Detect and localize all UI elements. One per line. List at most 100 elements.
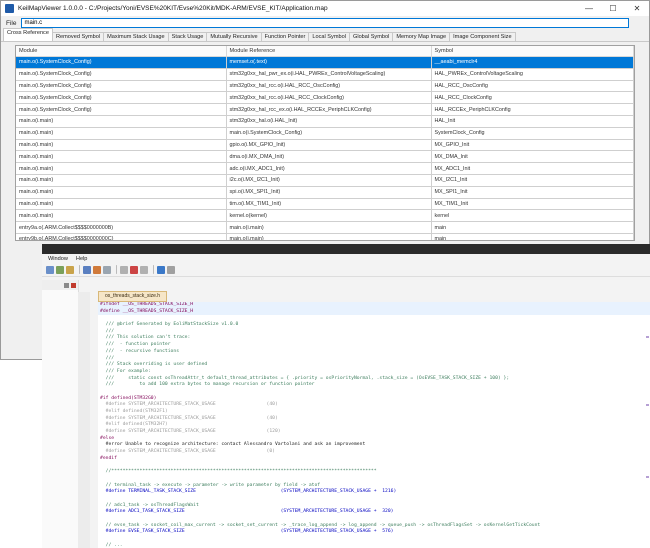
code-line: /// to add 100 extra bytes to manage rec… [100,382,315,388]
cell-module-reference: memset.o(.text) [226,56,432,69]
tab-maximum-stack-usage[interactable]: Maximum Stack Usage [103,32,169,41]
code-line: #define ADC1_TASK_STACK_SIZE (SYSTEM_ARC… [100,509,394,515]
column-header-module-reference[interactable]: Module Reference [226,46,432,57]
toolbar-separator [153,265,154,274]
overview-marker [646,404,649,406]
cross-reference-grid[interactable]: Module Module Reference Symbol main.o(i.… [15,45,635,241]
tab-removed-symbol[interactable]: Removed Symbol [51,32,105,41]
code-editor[interactable]: #ifndef __OS_THREADS_STACK_SIZE_H #define… [98,302,650,548]
table-row[interactable]: main.o(i.main) spi.o(i.MX_SPI1_Init) MX_SP… [16,186,634,199]
menu-help[interactable]: Help [76,256,88,262]
table-row[interactable]: main.o(i.main) tim.o(i.MX_TIM1_Init) MX_TI… [16,198,634,211]
ide-title-strip [42,244,650,254]
code-line: /// @brief Generated by EoliMatStackSize… [100,322,239,328]
table-row[interactable]: main.o(i.SystemClock_Config) memset.o(.te… [16,56,634,69]
tools-icon[interactable] [167,265,175,274]
tab-cross-reference[interactable]: Cross Reference [3,28,53,41]
menu-file[interactable]: File [1,20,21,27]
cell-symbol: main [431,233,634,240]
filter-input[interactable] [21,18,630,28]
code-line: #define SYSTEM_ARCHITECTURE_STACK_USAGE … [100,402,278,408]
cell-symbol: MX_TIM1_Init [431,198,634,211]
cell-module: main.o(i.SystemClock_Config) [16,91,227,105]
menu-window[interactable]: Window [48,256,68,262]
settings-icon[interactable] [103,265,111,274]
code-line: /// This solution can't trace: [100,335,191,341]
cell-module: main.o(i.main) [16,115,227,128]
table-row[interactable]: main.o(i.SystemClock_Config) stm32g0xx_ha… [16,80,634,93]
table-row[interactable]: entry9b.o(.ARM.Collect$$$$0000000C) main.… [16,233,634,240]
minimize-panel-icon[interactable] [64,282,69,288]
panel-header [42,280,78,290]
close-icon[interactable]: ✕ [625,4,649,13]
table-row[interactable]: entry9a.o(.ARM.Collect$$$$0000000B) main.… [16,221,634,234]
search-icon[interactable] [83,265,91,274]
code-line: /// - recursive functions [100,348,180,354]
new-icon[interactable] [46,265,54,274]
table-row[interactable]: main.o(i.main) adc.o(i.MX_ADC1_Init) MX_AD… [16,162,634,175]
cell-module: main.o(i.SystemClock_Config) [16,80,227,93]
stop-icon[interactable] [120,265,128,274]
cell-module: main.o(i.main) [16,139,227,152]
cell-module: main.o(i.main) [16,162,227,175]
code-line: #define SYSTEM_ARCHITECTURE_STACK_USAGE … [100,415,278,421]
tab-global-symbol[interactable]: Global Symbol [348,32,394,41]
code-line: #define __OS_THREADS_STACK_SIZE_H [98,308,650,316]
cell-module-reference: stm32g0xx_hal_pwr_ex.o(i.HAL_PWREx_Contr… [226,68,432,81]
table-row[interactable]: main.o(i.main) i2c.o(i.MX_I2C1_Init) MX_I2… [16,174,634,187]
close-panel-icon[interactable] [71,282,76,288]
table-row[interactable]: main.o(i.main) dma.o(i.MX_DMA_Init) MX_DMA… [16,150,634,164]
cell-symbol: main [431,221,634,234]
build-icon[interactable] [66,265,74,274]
save-icon[interactable] [56,265,64,274]
code-line: //**************************************… [100,469,377,475]
tab-stack-usage[interactable]: Stack Usage [167,32,208,41]
editor-tab-os-threads-stack-size[interactable]: os_threads_stack_size.h [98,291,168,302]
table-row[interactable]: main.o(i.main) kernel.o(kernel) kernel [16,209,634,223]
column-header-symbol[interactable]: Symbol [431,46,634,57]
cell-symbol: SystemClock_Config [431,127,634,140]
cell-module-reference: i2c.o(i.MX_I2C1_Init) [226,174,432,187]
table-header-row: Module Module Reference Symbol [16,46,634,57]
cell-module-reference: stm32g0xx_hal_rcc.o(i.HAL_RCC_OscConfig) [226,80,432,93]
app-icon [5,4,14,13]
table-row[interactable]: main.o(i.SystemClock_Config) stm32g0xx_ha… [16,103,634,116]
window-title: KeilMapViewer 1.0.0.0 - C:/Projects/Yoni… [18,5,328,12]
table-row[interactable]: main.o(i.main) main.o(i.SystemClock_Confi… [16,127,634,140]
cell-module-reference: stm32g0xx_hal_rcc.o(i.HAL_RCC_ClockConfi… [226,91,432,105]
ide-menu-bar: Window Help [42,254,650,263]
tab-image-component-size[interactable]: Image Component Size [449,32,516,41]
run-icon[interactable] [130,265,138,274]
tab-memory-map-image[interactable]: Memory Map Image [392,32,451,41]
table-row[interactable]: main.o(i.main) stm32g0xx_hal.o(i.HAL_Init… [16,115,634,128]
cell-module: main.o(i.main) [16,198,227,211]
refresh-icon[interactable] [140,265,148,274]
project-explorer-panel [42,280,79,548]
cross-reference-table: Module Module Reference Symbol main.o(i.… [16,46,634,240]
maximize-icon[interactable]: ☐ [601,4,625,13]
tab-strip: Cross Reference Removed Symbol Maximum S… [1,28,649,42]
cell-module-reference: spi.o(i.MX_SPI1_Init) [226,186,432,199]
table-row[interactable]: main.o(i.SystemClock_Config) stm32g0xx_ha… [16,91,634,105]
minimize-icon[interactable]: — [577,4,601,13]
debug-icon[interactable] [93,265,101,274]
menu-bar: File [1,16,649,30]
perspective-icon[interactable] [157,265,165,274]
tab-local-symbol[interactable]: Local Symbol [308,32,350,41]
cell-module: main.o(i.main) [16,127,227,140]
table-row[interactable]: main.o(i.SystemClock_Config) stm32g0xx_ha… [16,68,634,81]
cell-module-reference: gpio.o(i.MX_GPIO_Init) [226,139,432,152]
overview-marker [646,476,649,478]
table-row[interactable]: main.o(i.main) gpio.o(i.MX_GPIO_Init) MX_G… [16,139,634,152]
cell-symbol: MX_SPI1_Init [431,186,634,199]
column-header-module[interactable]: Module [16,46,227,57]
code-line: #define EVSE_TASK_STACK_SIZE (SYSTEM_ARC… [100,529,394,535]
editor-gutter [78,292,90,548]
cell-symbol: MX_GPIO_Init [431,139,634,152]
tab-mutually-recursive[interactable]: Mutually Recursive [206,32,262,41]
tab-function-pointer[interactable]: Function Pointer [260,32,310,41]
